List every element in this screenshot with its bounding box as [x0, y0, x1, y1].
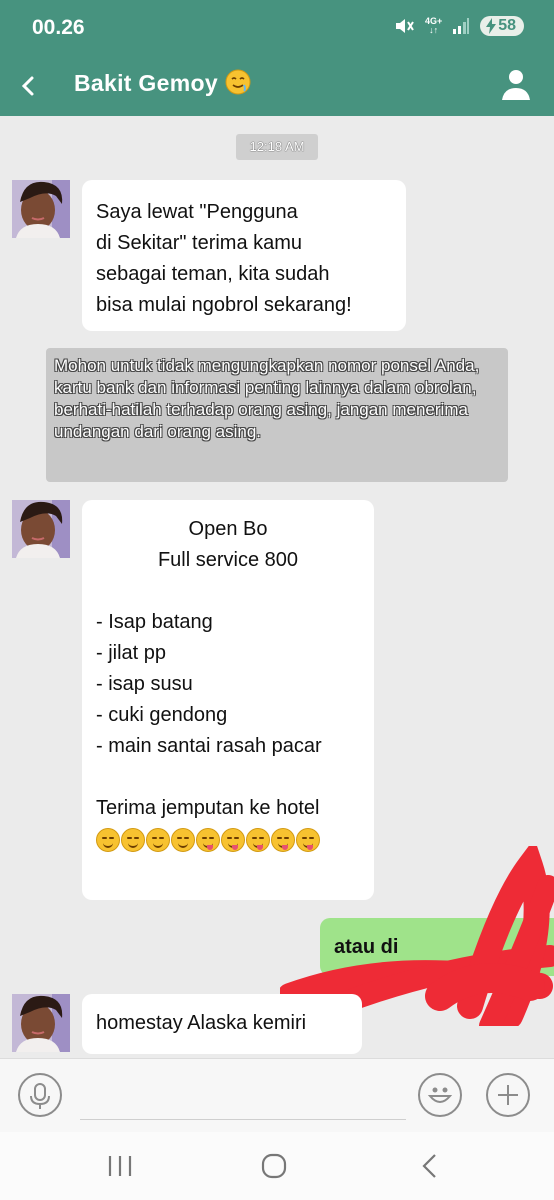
drooling-face-icon: [96, 828, 120, 852]
yum-face-icon: [271, 828, 295, 852]
contact-name: Bakit Gemoy: [74, 70, 218, 96]
message-bubble[interactable]: Open Bo Full service 800 - Isap batang -…: [82, 500, 374, 900]
contact-avatar[interactable]: [12, 180, 70, 238]
yum-face-icon: [246, 828, 270, 852]
drooling-face-emoji-icon: [225, 69, 251, 95]
chat-title: Bakit Gemoy: [74, 69, 251, 97]
avatar-image: [12, 180, 70, 238]
safety-notice: Mohon untuk tidak mengungkapkan nomor po…: [46, 348, 508, 482]
chat-area[interactable]: 12:18 AM Saya lewat "Pengguna di Sekitar…: [0, 116, 554, 1058]
battery-indicator: 58: [480, 16, 524, 36]
status-bar: 00.26 4G+ ↓↑ 58: [0, 0, 554, 56]
home-button[interactable]: [254, 1150, 294, 1182]
outgoing-message-bubble[interactable]: atau di: [320, 918, 554, 976]
list-item: - jilat pp: [96, 642, 167, 664]
microphone-icon: [30, 1083, 50, 1109]
yum-face-icon: [296, 828, 320, 852]
system-navigation-bar: [0, 1132, 554, 1200]
message-input[interactable]: [80, 1075, 406, 1120]
attach-button[interactable]: [486, 1073, 530, 1117]
drooling-face-icon: [121, 828, 145, 852]
smiley-icon: [427, 1087, 453, 1103]
home-icon: [261, 1153, 287, 1179]
message-text: di Sekitar" terima kamu: [96, 232, 303, 254]
system-back-button[interactable]: [410, 1150, 450, 1182]
voice-button[interactable]: [18, 1073, 62, 1117]
plus-icon: [498, 1085, 518, 1105]
message-input-bar: [0, 1058, 554, 1133]
message-bubble[interactable]: homestay Alaska kemiri: [82, 994, 362, 1054]
back-button[interactable]: [14, 66, 54, 106]
emoji-row: [96, 828, 360, 852]
contact-avatar[interactable]: [12, 994, 70, 1052]
emoji-button[interactable]: [418, 1073, 462, 1117]
message-text: sebagai teman, kita sudah: [96, 263, 330, 285]
message-text: Saya lewat "Pengguna: [96, 201, 298, 223]
message-text: homestay Alaska kemiri: [96, 1012, 307, 1034]
contact-avatar[interactable]: [12, 500, 70, 558]
status-time: 00.26: [32, 16, 85, 39]
chevron-left-icon: [422, 1154, 436, 1178]
signal-icon: [453, 18, 470, 34]
yum-face-icon: [196, 828, 220, 852]
message-bubble[interactable]: Saya lewat "Pengguna di Sekitar" terima …: [82, 180, 406, 331]
list-item: - main santai rasah pacar: [96, 735, 322, 757]
message-text: atau di: [334, 936, 399, 958]
recents-icon: [108, 1156, 132, 1176]
message-text: Full service 800: [157, 549, 299, 571]
battery-level: 58: [498, 17, 516, 34]
charging-icon: [486, 18, 497, 34]
drooling-face-icon: [146, 828, 170, 852]
list-item: - cuki gendong: [96, 704, 228, 726]
list-item: - isap susu: [96, 673, 193, 695]
network-icon: 4G+ ↓↑: [424, 16, 443, 35]
person-icon: [502, 70, 530, 100]
message-text: bisa mulai ngobrol sekarang!: [96, 294, 352, 316]
message-text: Open Bo: [188, 518, 268, 540]
status-icons: 4G+ ↓↑ 58: [393, 16, 524, 36]
avatar-image: [12, 994, 70, 1052]
chat-header: Bakit Gemoy: [0, 56, 554, 116]
recent-apps-button[interactable]: [100, 1150, 140, 1182]
mute-icon: [395, 19, 414, 33]
time-separator: 12:18 AM: [236, 134, 318, 160]
avatar-image: [12, 500, 70, 558]
profile-button[interactable]: [496, 64, 536, 104]
drooling-face-icon: [171, 828, 195, 852]
yum-face-icon: [221, 828, 245, 852]
message-text: Terima jemputan ke hotel: [96, 797, 320, 819]
list-item: - Isap batang: [96, 611, 213, 633]
chevron-left-icon: [21, 76, 34, 96]
